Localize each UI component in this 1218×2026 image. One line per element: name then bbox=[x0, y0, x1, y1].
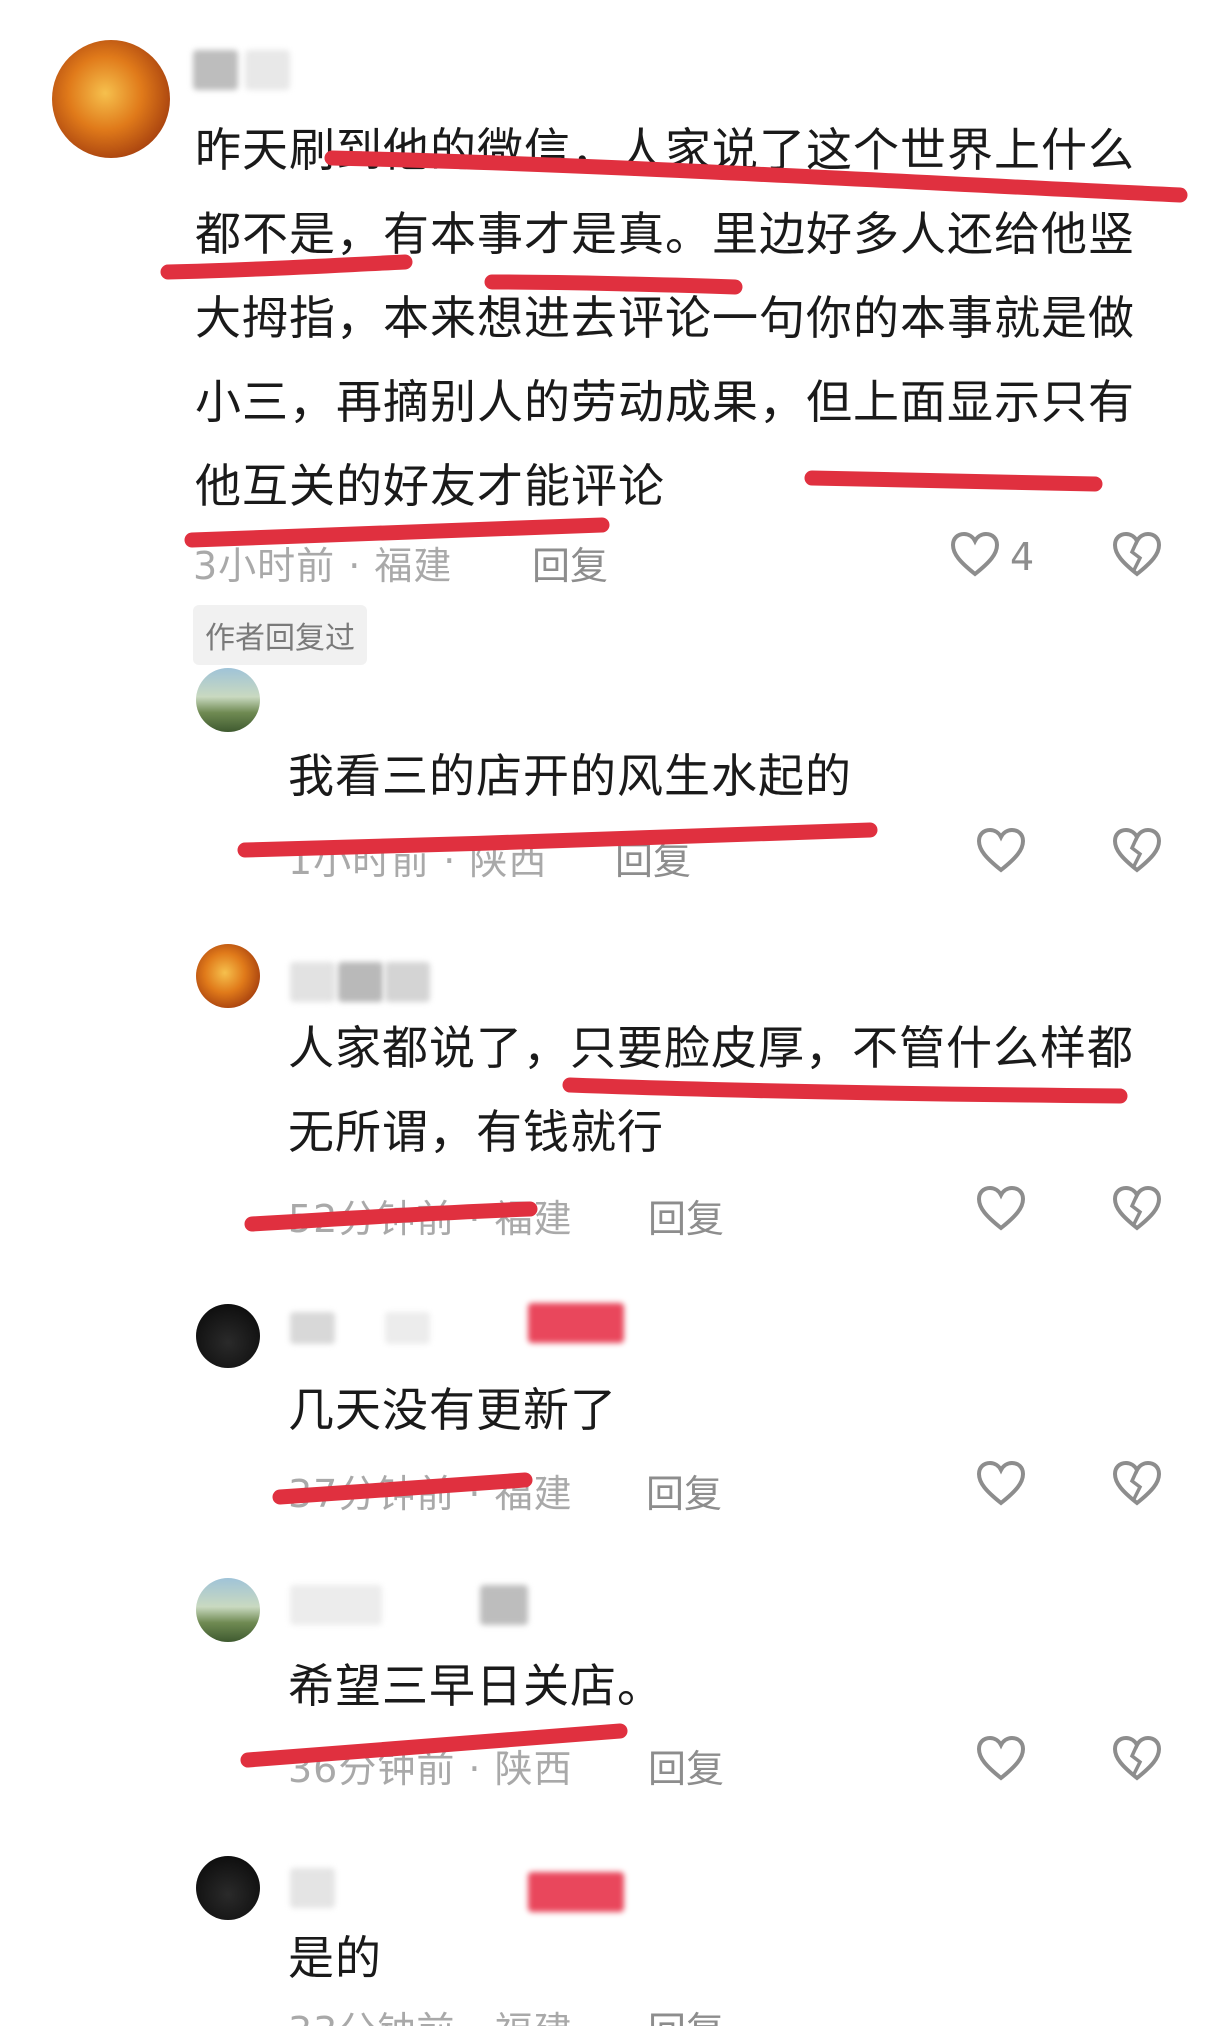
reply-button[interactable]: 回复 bbox=[648, 1188, 724, 1243]
dislike-icon[interactable] bbox=[1112, 1461, 1162, 1507]
redacted-username bbox=[290, 1312, 335, 1344]
avatar[interactable] bbox=[196, 944, 260, 1008]
redacted-username bbox=[385, 962, 430, 1002]
reply-button[interactable]: 回复 bbox=[615, 830, 691, 885]
redacted-username bbox=[290, 1585, 382, 1625]
comment-thread: 昨天刷到他的微信，人家说了这个世界上什么 都不是，有本事才是真。里边好多人还给他… bbox=[0, 0, 1218, 2026]
avatar[interactable] bbox=[196, 1856, 260, 1920]
comment-text: 我看三的店开的风生水起的 bbox=[288, 749, 852, 803]
comment-timestamp-location: 52分钟前 · 福建 bbox=[288, 1197, 573, 1241]
redacted-username bbox=[338, 962, 383, 1002]
comment-text: 希望三早日关店。 bbox=[288, 1659, 664, 1713]
heart-icon[interactable] bbox=[976, 1736, 1026, 1782]
comment-timestamp-location: 1小时前 · 陕西 bbox=[288, 839, 548, 883]
redacted-username bbox=[290, 1868, 335, 1908]
heart-icon[interactable] bbox=[950, 532, 1000, 578]
redacted-username bbox=[245, 50, 290, 90]
heart-icon[interactable] bbox=[976, 1461, 1026, 1507]
comment-text: 昨天刷到他的微信，人家说了这个世界上什么 都不是，有本事才是真。里边好多人还给他… bbox=[195, 123, 1135, 513]
comment-timestamp-location: 37分钟前 · 福建 bbox=[288, 1472, 573, 1516]
comment-text: 几天没有更新了 bbox=[288, 1383, 617, 1437]
comment-timestamp-location: 33分钟前 · 福建 bbox=[288, 2000, 573, 2026]
dislike-icon[interactable] bbox=[1112, 1186, 1162, 1232]
reply-button[interactable]: 回复 bbox=[532, 535, 608, 590]
comment-text: 人家都说了，只要脸皮厚，不管什么样都 无所谓，有钱就行 bbox=[288, 1021, 1134, 1159]
comment-timestamp-location: 36分钟前 · 陕西 bbox=[288, 1747, 573, 1791]
avatar[interactable] bbox=[196, 1578, 260, 1642]
heart-icon[interactable] bbox=[976, 828, 1026, 874]
redacted-username bbox=[290, 962, 335, 1002]
avatar[interactable] bbox=[196, 668, 260, 732]
reply-button[interactable]: 回复 bbox=[648, 2000, 724, 2026]
reply-button[interactable]: 回复 bbox=[646, 1463, 722, 1518]
redacted-badge bbox=[528, 1872, 624, 1912]
dislike-icon[interactable] bbox=[1112, 828, 1162, 874]
heart-icon[interactable] bbox=[976, 1186, 1026, 1232]
dislike-icon[interactable] bbox=[1112, 532, 1162, 578]
comment-text: 是的 bbox=[288, 1931, 382, 1985]
redacted-badge bbox=[528, 1303, 624, 1343]
redacted-username bbox=[193, 50, 238, 90]
redacted-username bbox=[385, 1312, 430, 1344]
dislike-icon[interactable] bbox=[1112, 1736, 1162, 1782]
like-count: 4 bbox=[1010, 535, 1035, 579]
reply-button[interactable]: 回复 bbox=[648, 1738, 724, 1793]
avatar[interactable] bbox=[52, 40, 170, 158]
author-replied-badge: 作者回复过 bbox=[193, 605, 367, 665]
comment-timestamp-location: 3小时前 · 福建 bbox=[193, 544, 453, 588]
avatar[interactable] bbox=[196, 1304, 260, 1368]
redacted-username bbox=[480, 1585, 528, 1625]
